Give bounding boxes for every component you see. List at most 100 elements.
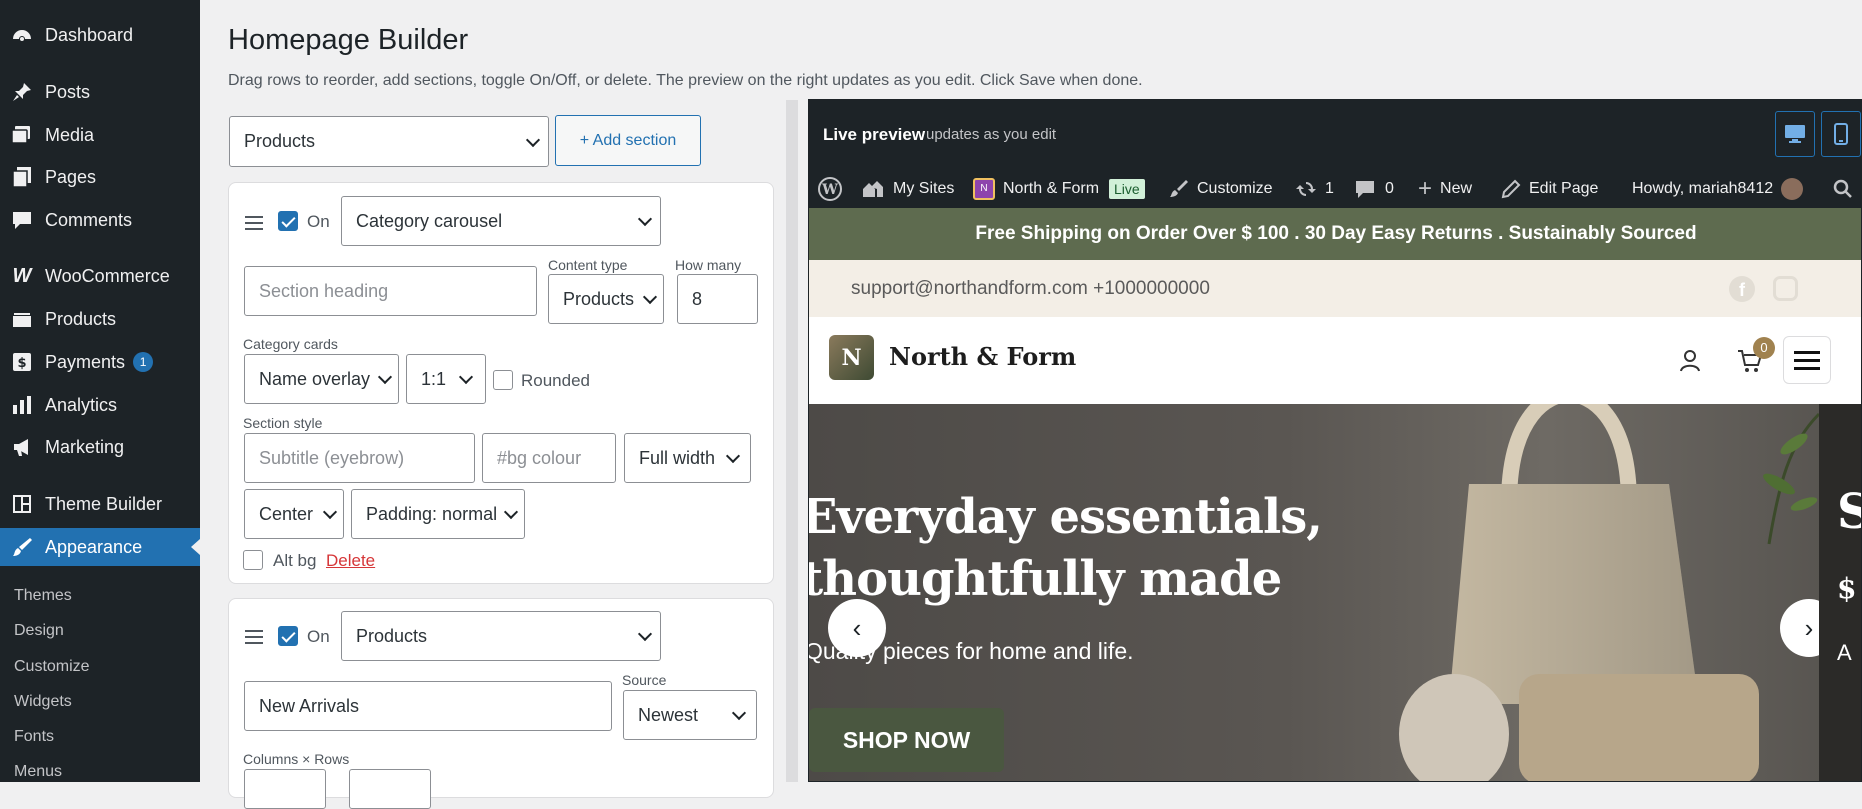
- sidebar-item-comments[interactable]: Comments: [0, 201, 200, 239]
- submenu-fonts[interactable]: Fonts: [14, 728, 54, 746]
- sidebar-item-woocommerce[interactable]: W WooCommerce: [0, 257, 200, 295]
- submenu-customize[interactable]: Customize: [14, 658, 90, 676]
- chevron-down-icon: [525, 132, 541, 147]
- updates-link[interactable]: 1: [1295, 170, 1334, 208]
- wordpress-logo-icon[interactable]: W: [817, 170, 843, 208]
- ratio-select[interactable]: 1:1: [406, 354, 486, 404]
- bg-colour-placeholder: #bg colour: [497, 447, 582, 468]
- drag-handle-icon[interactable]: [245, 630, 263, 644]
- preview-admin-bar: W My Sites N North & Form Live Customize 1…: [809, 170, 1861, 208]
- section2-on-checkbox[interactable]: [278, 626, 298, 646]
- site-logo[interactable]: N: [829, 335, 874, 380]
- sidebar-item-payments[interactable]: $ Payments 1: [0, 343, 200, 381]
- account-menu[interactable]: Howdy, mariah8412: [1632, 170, 1804, 208]
- sidebar-item-media[interactable]: Media: [0, 116, 200, 154]
- sidebar-item-marketing[interactable]: Marketing: [0, 428, 200, 466]
- next-slide-price: $: [1837, 572, 1857, 605]
- tote-bag-image: [1369, 404, 1769, 781]
- section1-type-value: Category carousel: [356, 210, 503, 231]
- panel-resizer[interactable]: [786, 100, 798, 782]
- bg-colour-input[interactable]: #bg colour: [482, 433, 616, 483]
- submenu-menus[interactable]: Menus: [14, 763, 62, 781]
- sidebar-item-posts[interactable]: Posts: [0, 73, 200, 111]
- instagram-icon[interactable]: [1773, 276, 1798, 301]
- edit-page-link[interactable]: Edit Page: [1501, 170, 1598, 208]
- rows-input[interactable]: [349, 769, 431, 809]
- account-icon[interactable]: [1679, 349, 1701, 378]
- woo-icon: W: [12, 264, 32, 287]
- search-icon[interactable]: [1833, 170, 1853, 208]
- prev-slide-button[interactable]: ‹: [828, 599, 886, 657]
- source-value: Newest: [638, 704, 699, 725]
- align-select[interactable]: Center: [244, 489, 344, 539]
- ratio-value: 1:1: [421, 368, 447, 389]
- how-many-input[interactable]: 8: [677, 274, 758, 324]
- site-title[interactable]: North & Form: [889, 342, 1076, 371]
- next-slide-title: S: [1837, 484, 1861, 540]
- add-section-button[interactable]: + Add section: [555, 115, 701, 166]
- desktop-icon: [1785, 125, 1805, 143]
- sidebar-item-dashboard[interactable]: Dashboard: [0, 16, 200, 54]
- delete-link[interactable]: Delete: [326, 551, 375, 571]
- pages-icon: [11, 166, 33, 188]
- section2-heading-input[interactable]: New Arrivals: [244, 681, 612, 731]
- comments-count: 0: [1385, 180, 1394, 197]
- sidebar-item-products[interactable]: Products: [0, 300, 200, 338]
- chevron-down-icon: [637, 626, 653, 642]
- site-name-menu[interactable]: N North & Form Live: [973, 170, 1145, 208]
- sidebar-item-label: Pages: [45, 166, 97, 187]
- alt-bg-checkbox[interactable]: [243, 550, 263, 570]
- mobile-view-button[interactable]: [1821, 111, 1861, 157]
- updates-count: 1: [1325, 180, 1334, 197]
- submenu-widgets[interactable]: Widgets: [14, 693, 72, 711]
- overlay-select[interactable]: Name overlay: [244, 354, 399, 404]
- overlay-value: Name overlay: [259, 368, 371, 389]
- columns-input[interactable]: [244, 769, 326, 809]
- section-heading-placeholder: Section heading: [259, 280, 389, 301]
- preview-toolbar: Live preview updates as you edit: [809, 100, 1861, 170]
- section-type-select[interactable]: Products: [229, 116, 549, 167]
- menu-icon[interactable]: [1783, 336, 1831, 384]
- comments-link[interactable]: 0: [1355, 170, 1394, 208]
- sidebar-item-label: Theme Builder: [45, 493, 163, 514]
- customize-link[interactable]: Customize: [1169, 170, 1273, 208]
- section2-type-select[interactable]: Products: [341, 611, 661, 661]
- facebook-icon[interactable]: f: [1729, 276, 1755, 302]
- section1-type-select[interactable]: Category carousel: [341, 196, 661, 246]
- content-type-select[interactable]: Products: [548, 274, 664, 324]
- rounded-label: Rounded: [521, 371, 591, 390]
- chevron-down-icon: [503, 504, 519, 520]
- chevron-down-icon: [642, 289, 658, 305]
- source-label: Source: [622, 672, 667, 688]
- updates-icon: [1296, 182, 1316, 196]
- brush-icon: [11, 536, 33, 558]
- desktop-view-button[interactable]: [1775, 111, 1815, 157]
- howdy-label: Howdy, mariah8412: [1632, 180, 1774, 197]
- contact-bar: support@northandform.com +1000000000 f: [809, 260, 1861, 317]
- width-select[interactable]: Full width: [624, 433, 751, 483]
- customize-label: Customize: [1197, 180, 1273, 197]
- padding-select[interactable]: Padding: normal: [351, 489, 525, 539]
- site-name-label: North & Form: [1003, 180, 1100, 197]
- submenu-themes[interactable]: Themes: [14, 587, 72, 605]
- sidebar-item-theme-builder[interactable]: Theme Builder: [0, 485, 200, 523]
- my-sites-menu[interactable]: My Sites: [861, 170, 954, 208]
- source-select[interactable]: Newest: [623, 690, 757, 740]
- sidebar-item-pages[interactable]: Pages: [0, 158, 200, 196]
- rounded-checkbox[interactable]: [493, 370, 513, 390]
- plant-image: [1749, 404, 1821, 604]
- live-preview-panel: Live preview updates as you edit W My Si…: [808, 99, 1862, 782]
- section-heading-input[interactable]: Section heading: [244, 266, 537, 316]
- hero-title: Everyday essentials, thoughtfully made: [809, 489, 1323, 607]
- analytics-icon: [11, 394, 33, 416]
- submenu-design[interactable]: Design: [14, 622, 64, 640]
- drag-handle-icon[interactable]: [245, 216, 263, 230]
- payments-badge: 1: [133, 352, 154, 372]
- new-content-link[interactable]: + New: [1418, 170, 1472, 208]
- section1-on-checkbox[interactable]: [278, 211, 298, 231]
- subtitle-input[interactable]: Subtitle (eyebrow): [244, 433, 475, 483]
- plus-icon: +: [1418, 175, 1433, 202]
- sidebar-item-analytics[interactable]: Analytics: [0, 386, 200, 424]
- shop-now-button[interactable]: SHOP NOW: [809, 708, 1004, 772]
- sidebar-item-appearance[interactable]: Appearance: [0, 528, 200, 566]
